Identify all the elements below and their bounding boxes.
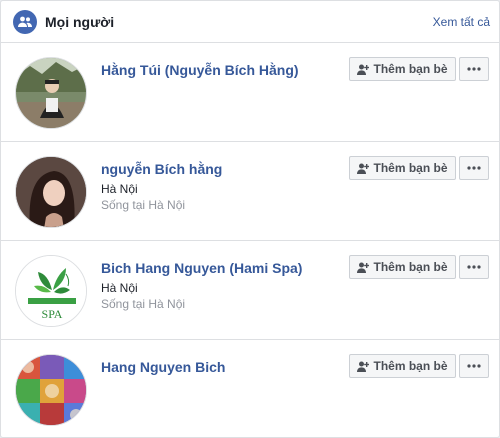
add-friend-label: Thêm bạn bè bbox=[373, 359, 448, 373]
add-friend-icon bbox=[357, 262, 370, 273]
more-icon bbox=[467, 67, 481, 71]
more-options-button[interactable] bbox=[459, 57, 489, 81]
more-options-button[interactable] bbox=[459, 156, 489, 180]
person-name[interactable]: Bich Hang Nguyen (Hami Spa) bbox=[101, 259, 302, 277]
add-friend-label: Thêm bạn bè bbox=[373, 62, 448, 76]
person-info: Hang Nguyen Bich bbox=[101, 358, 225, 376]
avatar[interactable]: SPA bbox=[15, 255, 87, 327]
avatar[interactable] bbox=[15, 57, 87, 129]
panel-title: Mọi người bbox=[45, 13, 115, 30]
person-name[interactable]: Hằng Túi (Nguyễn Bích Hằng) bbox=[101, 61, 299, 79]
person-location: Hà Nội bbox=[101, 281, 138, 295]
add-friend-button[interactable]: Thêm bạn bè bbox=[349, 57, 456, 81]
add-friend-icon bbox=[357, 361, 370, 372]
person-lives-in: Sống tại Hà Nội bbox=[101, 297, 186, 311]
spa-logo-text: SPA bbox=[42, 307, 63, 321]
person-lives-in: Sống tại Hà Nội bbox=[101, 198, 186, 212]
avatar[interactable] bbox=[15, 354, 87, 426]
people-panel: Mọi người Xem tất cả Hằng Túi (Nguyễn Bí… bbox=[0, 0, 500, 438]
person-row: Hang Nguyen Bich Thêm bạn bè bbox=[1, 340, 499, 437]
add-friend-button[interactable]: Thêm bạn bè bbox=[349, 255, 456, 279]
add-friend-icon bbox=[357, 163, 370, 174]
more-icon bbox=[467, 364, 481, 368]
add-friend-label: Thêm bạn bè bbox=[373, 161, 448, 175]
person-info: Bich Hang Nguyen (Hami Spa) Hà Nội Sống … bbox=[101, 259, 302, 312]
add-friend-icon bbox=[357, 64, 370, 75]
person-name[interactable]: nguyễn Bích hằng bbox=[101, 160, 222, 178]
add-friend-button[interactable]: Thêm bạn bè bbox=[349, 156, 456, 180]
more-icon bbox=[467, 166, 481, 170]
header-left: Mọi người bbox=[13, 9, 115, 34]
person-row: SPA Bich Hang Nguyen (Hami Spa) Hà Nội S… bbox=[1, 241, 499, 340]
avatar[interactable] bbox=[15, 156, 87, 228]
more-options-button[interactable] bbox=[459, 255, 489, 279]
see-all-link[interactable]: Xem tất cả bbox=[433, 15, 490, 29]
person-info: Hằng Túi (Nguyễn Bích Hằng) bbox=[101, 61, 299, 79]
person-row: Hằng Túi (Nguyễn Bích Hằng) Thêm bạn bè bbox=[1, 43, 499, 142]
add-friend-button[interactable]: Thêm bạn bè bbox=[349, 354, 456, 378]
more-icon bbox=[467, 265, 481, 269]
people-icon bbox=[13, 9, 37, 34]
person-info: nguyễn Bích hằng Hà Nội Sống tại Hà Nội bbox=[101, 160, 222, 213]
person-row: nguyễn Bích hằng Hà Nội Sống tại Hà Nội … bbox=[1, 142, 499, 241]
person-location: Hà Nội bbox=[101, 182, 138, 196]
add-friend-label: Thêm bạn bè bbox=[373, 260, 448, 274]
panel-header: Mọi người Xem tất cả bbox=[1, 1, 499, 43]
more-options-button[interactable] bbox=[459, 354, 489, 378]
person-name[interactable]: Hang Nguyen Bich bbox=[101, 358, 225, 376]
